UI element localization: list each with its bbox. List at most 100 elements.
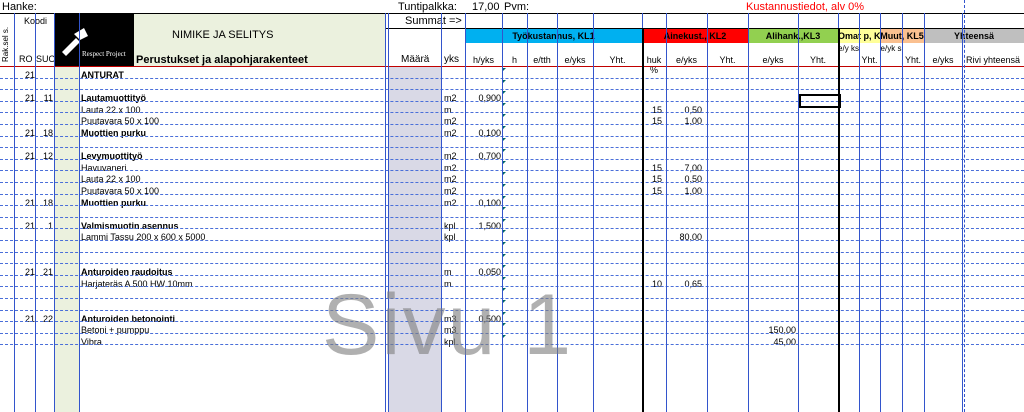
- row-unit[interactable]: m2: [444, 151, 464, 162]
- col-header-1: h/yks: [472, 55, 494, 65]
- row-line: [0, 147, 1024, 148]
- row-line: [0, 78, 1024, 79]
- comment-marker: [503, 172, 506, 175]
- row-ro[interactable]: 21: [15, 267, 35, 278]
- row-ayks[interactable]: 0,65: [666, 279, 702, 290]
- row-name[interactable]: Lammi Tassu 200 x 600 x 5000: [81, 232, 381, 243]
- row-line: [0, 182, 1024, 183]
- row-line: [0, 240, 1024, 241]
- row-ro[interactable]: 21: [15, 314, 35, 325]
- row-suo[interactable]: 18: [37, 128, 53, 139]
- row-huk[interactable]: 15: [642, 163, 662, 174]
- tuntipalkka-label: Tuntipalkka:: [398, 1, 457, 13]
- row-ayks[interactable]: 1,00: [666, 186, 702, 197]
- row-huk[interactable]: 15: [642, 116, 662, 127]
- row-name[interactable]: Puutavara 50 x 100: [81, 116, 381, 127]
- yks-label: yks: [444, 54, 459, 65]
- row-name[interactable]: Havuvaneri: [81, 163, 381, 174]
- comment-marker: [503, 114, 506, 117]
- logo: Respect Project: [54, 14, 134, 66]
- comment-marker: [503, 126, 506, 129]
- logo-text: Respect Project: [82, 50, 126, 58]
- row-name[interactable]: Muottien purku: [81, 198, 381, 209]
- subtitle-label: Perustukset ja alapohjarakenteet: [136, 54, 308, 66]
- logo-icon: Respect Project: [62, 28, 126, 58]
- row-name[interactable]: Puutavara 50 x 100: [81, 186, 381, 197]
- row-line: [0, 205, 1024, 206]
- row-ayks[interactable]: 7,00: [666, 163, 702, 174]
- col-header-15: e/yks: [932, 55, 954, 65]
- row-line: [0, 124, 1024, 125]
- col-header-11: e/y ks: [838, 44, 859, 53]
- comment-marker: [503, 80, 506, 83]
- row-hyks[interactable]: 0,100: [465, 128, 501, 139]
- row-unit[interactable]: m2: [444, 174, 464, 185]
- col-header-2: h: [511, 55, 517, 65]
- row-huk[interactable]: 15: [642, 105, 662, 116]
- row-ro[interactable]: 21: [15, 70, 35, 81]
- row-line: [0, 194, 1024, 195]
- row-huk[interactable]: 10: [642, 279, 662, 290]
- row-ro[interactable]: 21: [15, 151, 35, 162]
- row-suo[interactable]: 18: [37, 198, 53, 209]
- row-line: [0, 101, 1024, 102]
- row-name[interactable]: Lauta 22 x 100: [81, 105, 381, 116]
- col-header-4: e/yks: [564, 55, 586, 65]
- row-unit[interactable]: m2: [444, 128, 464, 139]
- row-suo[interactable]: 12: [37, 151, 53, 162]
- row-unit[interactable]: m2: [444, 93, 464, 104]
- col-header-5: Yht.: [609, 55, 626, 65]
- group-header-1: Työkustannus, KL1: [465, 29, 642, 43]
- row-unit[interactable]: kpl: [444, 221, 464, 232]
- col-header-6: huk %: [646, 55, 662, 75]
- row-line: [0, 228, 1024, 229]
- row-name[interactable]: ANTURAT: [81, 70, 381, 81]
- tuntipalkka-value[interactable]: 17,00: [472, 2, 500, 13]
- comment-marker: [503, 149, 506, 152]
- row-unit[interactable]: m: [444, 105, 464, 116]
- row-ro[interactable]: 21: [15, 198, 35, 209]
- row-hyks[interactable]: 0,700: [465, 151, 501, 162]
- row-ro[interactable]: 21: [15, 221, 35, 232]
- row-unit[interactable]: m2: [444, 116, 464, 127]
- comment-marker: [503, 196, 506, 199]
- row-hyks[interactable]: 0,900: [465, 93, 501, 104]
- col-line: [14, 13, 15, 412]
- row-suo[interactable]: 21: [37, 267, 53, 278]
- row-name[interactable]: Valmismuotin asennus: [81, 221, 381, 232]
- col-line: [924, 13, 925, 412]
- row-alyks[interactable]: 45,00: [748, 337, 796, 348]
- col-line: [593, 13, 594, 412]
- row-name[interactable]: Lauta 22 x 100: [81, 174, 381, 185]
- row-ayht[interactable]: 80,00: [666, 232, 702, 243]
- row-hyks[interactable]: 1,500: [465, 221, 501, 232]
- row-ro[interactable]: 21: [15, 93, 35, 104]
- pvm-label: Pvm:: [504, 1, 530, 13]
- kustannus-label: Kustannustiedot, alv 0%: [746, 1, 865, 13]
- row-ayks[interactable]: 0,50: [666, 174, 702, 185]
- row-unit[interactable]: m2: [444, 198, 464, 209]
- row-ayks[interactable]: 1,00: [666, 116, 702, 127]
- row-unit[interactable]: kpl: [444, 232, 464, 243]
- col-header-10: Yht.: [809, 55, 826, 65]
- col-line: [902, 13, 903, 412]
- row-huk[interactable]: 15: [642, 186, 662, 197]
- row-name[interactable]: Muottien purku: [81, 128, 381, 139]
- row-suo[interactable]: 1: [37, 221, 53, 232]
- row-line: [0, 112, 1024, 113]
- comment-marker: [503, 103, 506, 106]
- row-huk[interactable]: 15: [642, 174, 662, 185]
- row-unit[interactable]: m2: [444, 163, 464, 174]
- row-suo[interactable]: 22: [37, 314, 53, 325]
- row-line: [0, 217, 1024, 218]
- comment-marker: [503, 138, 506, 141]
- row-name[interactable]: Lautamuottityö: [81, 93, 381, 104]
- row-suo[interactable]: 11: [37, 93, 53, 104]
- row-unit[interactable]: m2: [444, 186, 464, 197]
- row-ayks[interactable]: 0,50: [666, 105, 702, 116]
- row-hyks[interactable]: 0,100: [465, 198, 501, 209]
- col-line: [748, 13, 749, 412]
- row-ro[interactable]: 21: [15, 128, 35, 139]
- row-name[interactable]: Levymuottityö: [81, 151, 381, 162]
- row-alyks[interactable]: 150,00: [748, 325, 796, 336]
